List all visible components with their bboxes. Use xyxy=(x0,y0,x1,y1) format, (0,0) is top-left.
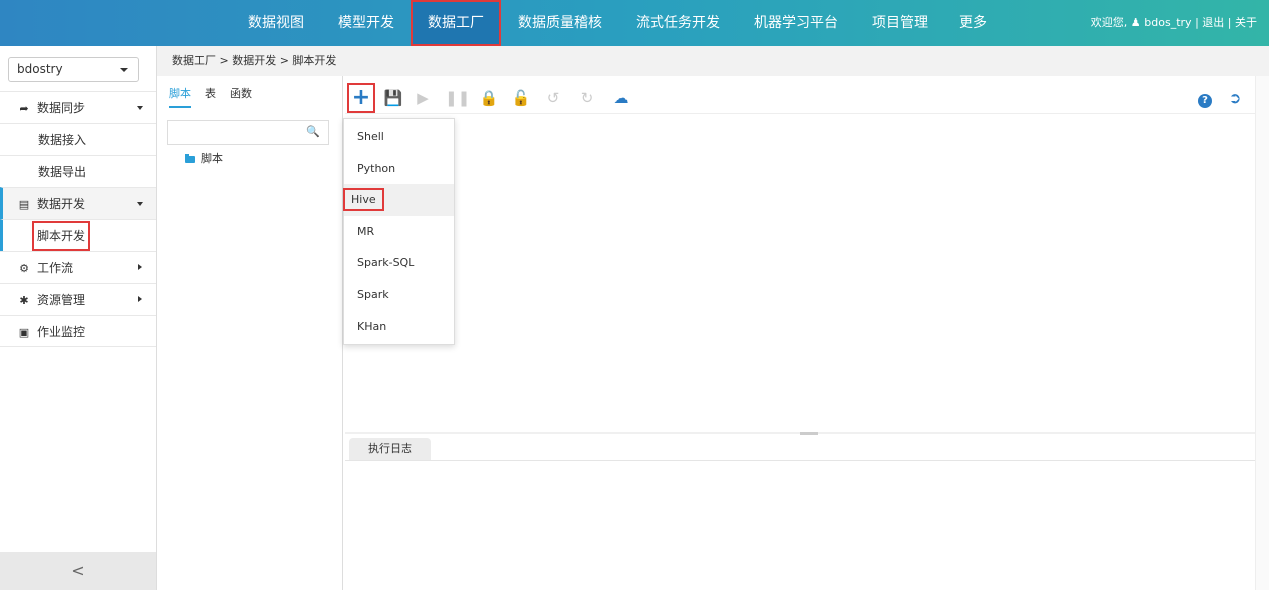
tab-script[interactable]: 脚本 xyxy=(169,86,191,108)
logout-link[interactable]: 退出 xyxy=(1202,16,1224,29)
welcome-text: 欢迎您, xyxy=(1090,16,1128,29)
chevron-right-icon xyxy=(138,264,142,270)
project-select-value: bdostry xyxy=(17,62,63,76)
monitor-icon: ▣ xyxy=(18,326,30,339)
user-icon: ♟ xyxy=(1130,16,1141,29)
sidebar-item-label: 资源管理 xyxy=(37,293,86,307)
menu-item-spark-sql[interactable]: Spark-SQL xyxy=(344,247,454,279)
sidebar-item-label: 数据同步 xyxy=(37,101,86,115)
scrollbar[interactable] xyxy=(1255,76,1269,590)
sidebar-item-label: 工作流 xyxy=(37,261,74,275)
nav-project-mgmt[interactable]: 项目管理 xyxy=(855,0,945,46)
menu-item-label: Python xyxy=(357,161,396,175)
menu-item-label: MR xyxy=(357,224,375,238)
sidebar-collapse-button[interactable]: < xyxy=(0,552,156,590)
menu-item-label: Hive xyxy=(343,188,384,212)
cloud-upload-icon[interactable]: ☁ xyxy=(609,86,633,110)
log-divider xyxy=(345,460,1255,461)
new-script-dropdown: Shell Python Hive MR Spark-SQL Spark KHa… xyxy=(343,118,455,346)
tree-folder-label: 脚本 xyxy=(201,152,223,165)
menu-item-label: Spark-SQL xyxy=(357,256,415,270)
play-icon[interactable]: ▶ xyxy=(411,86,435,110)
help-icon[interactable]: ? xyxy=(1193,86,1217,110)
exit-icon[interactable]: ➲ xyxy=(1223,86,1247,110)
document-icon: ▤ xyxy=(18,198,30,211)
nav-data-factory[interactable]: 数据工厂 xyxy=(411,0,501,46)
lock-icon[interactable]: 🔒 xyxy=(477,86,501,110)
top-navigation-bar: 数据视图 模型开发 数据工厂 数据质量稽核 流式任务开发 机器学习平台 项目管理… xyxy=(0,0,1269,46)
user-area: 欢迎您, ♟ bdos_try | 退出 | 关于 xyxy=(1091,0,1257,46)
cogs-icon: ⚙ xyxy=(19,262,29,275)
sidebar-item-script-dev[interactable]: 脚本开发 xyxy=(0,219,156,251)
separator: | xyxy=(1227,16,1232,29)
tree-search-input[interactable]: 🔍 xyxy=(167,120,329,145)
sidebar-item-label: 脚本开发 xyxy=(31,221,91,251)
menu-item-shell[interactable]: Shell xyxy=(344,121,454,153)
splitter-handle[interactable] xyxy=(800,432,818,435)
tab-execution-log[interactable]: 执行日志 xyxy=(349,438,431,460)
sidebar-item-workflow[interactable]: ⚙ 工作流 xyxy=(0,251,156,283)
gear-icon: ✱ xyxy=(19,294,29,307)
username-link[interactable]: bdos_try xyxy=(1144,16,1191,29)
sidebar-item-label: 数据开发 xyxy=(37,197,86,211)
nav-stream-task[interactable]: 流式任务开发 xyxy=(619,0,737,46)
script-tree-panel: 脚本 表 函数 🔍 脚本 xyxy=(157,76,343,590)
tree-tabs: 脚本 表 函数 xyxy=(169,86,266,108)
sidebar-menu: ➦ 数据同步 数据接入 数据导出 ▤ 数据开发 脚本开发 ⚙ 工作流 ✱ 资源管理 ▣ 作… xyxy=(0,91,156,347)
menu-item-khan[interactable]: KHan xyxy=(344,311,454,343)
sidebar-item-data-export[interactable]: 数据导出 xyxy=(0,155,156,187)
menu-item-hive[interactable]: Hive xyxy=(343,184,454,216)
sidebar-item-data-dev[interactable]: ▤ 数据开发 xyxy=(0,187,156,219)
sidebar-item-label: 数据接入 xyxy=(38,133,87,147)
pause-icon[interactable]: ❚❚ xyxy=(445,86,470,110)
menu-item-label: KHan xyxy=(357,319,387,333)
undo-icon[interactable]: ↺ xyxy=(541,86,565,110)
tree-folder-script[interactable]: 脚本 xyxy=(185,150,223,166)
sidebar: bdostry ➦ 数据同步 数据接入 数据导出 ▤ 数据开发 脚本开发 ⚙ 工作流 … xyxy=(0,46,157,590)
menu-item-python[interactable]: Python xyxy=(344,153,454,185)
folder-icon xyxy=(185,153,195,163)
menu-item-spark[interactable]: Spark xyxy=(344,279,454,311)
sidebar-item-data-sync[interactable]: ➦ 数据同步 xyxy=(0,91,156,123)
menu-item-mr[interactable]: MR xyxy=(344,216,454,248)
chevron-down-icon xyxy=(137,202,143,206)
nav-model-dev[interactable]: 模型开发 xyxy=(321,0,411,46)
separator: | xyxy=(1195,16,1199,29)
share-arrow-icon: ➦ xyxy=(19,102,29,115)
project-select[interactable]: bdostry xyxy=(8,57,139,82)
nav-ml-platform[interactable]: 机器学习平台 xyxy=(737,0,855,46)
main-nav: 数据视图 模型开发 数据工厂 数据质量稽核 流式任务开发 机器学习平台 项目管理… xyxy=(231,0,1001,46)
tab-function[interactable]: 函数 xyxy=(230,86,252,108)
chevron-left-icon: < xyxy=(71,561,85,580)
menu-item-label: Shell xyxy=(357,130,384,143)
sidebar-item-label: 数据导出 xyxy=(38,165,87,179)
about-link[interactable]: 关于 xyxy=(1235,16,1257,29)
sidebar-item-resource-mgmt[interactable]: ✱ 资源管理 xyxy=(0,283,156,315)
menu-item-label: Spark xyxy=(357,287,389,301)
sidebar-item-data-import[interactable]: 数据接入 xyxy=(0,123,156,155)
chevron-down-icon xyxy=(120,68,128,72)
editor-area: + 💾 ▶ ❚❚ 🔒 🔓 ↺ ↻ ☁ ? ➲ 执行日志 xyxy=(345,76,1269,590)
sidebar-item-job-monitor[interactable]: ▣ 作业监控 xyxy=(0,315,156,347)
tab-table[interactable]: 表 xyxy=(205,86,216,108)
save-icon[interactable]: 💾 xyxy=(381,86,405,110)
unlock-icon[interactable]: 🔓 xyxy=(509,86,533,110)
nav-data-view[interactable]: 数据视图 xyxy=(231,0,321,46)
redo-icon[interactable]: ↻ xyxy=(575,86,599,110)
chevron-right-icon xyxy=(138,296,142,302)
search-icon[interactable]: 🔍 xyxy=(306,125,320,138)
chevron-down-icon xyxy=(137,106,143,110)
nav-data-quality[interactable]: 数据质量稽核 xyxy=(501,0,619,46)
editor-toolbar: + 💾 ▶ ❚❚ 🔒 🔓 ↺ ↻ ☁ ? ➲ xyxy=(345,83,1255,114)
nav-more[interactable]: 更多 xyxy=(945,0,1001,46)
breadcrumb: 数据工厂 > 数据开发 > 脚本开发 xyxy=(157,46,1269,76)
sidebar-item-label: 作业监控 xyxy=(37,325,86,339)
plus-icon[interactable]: + xyxy=(347,83,375,113)
